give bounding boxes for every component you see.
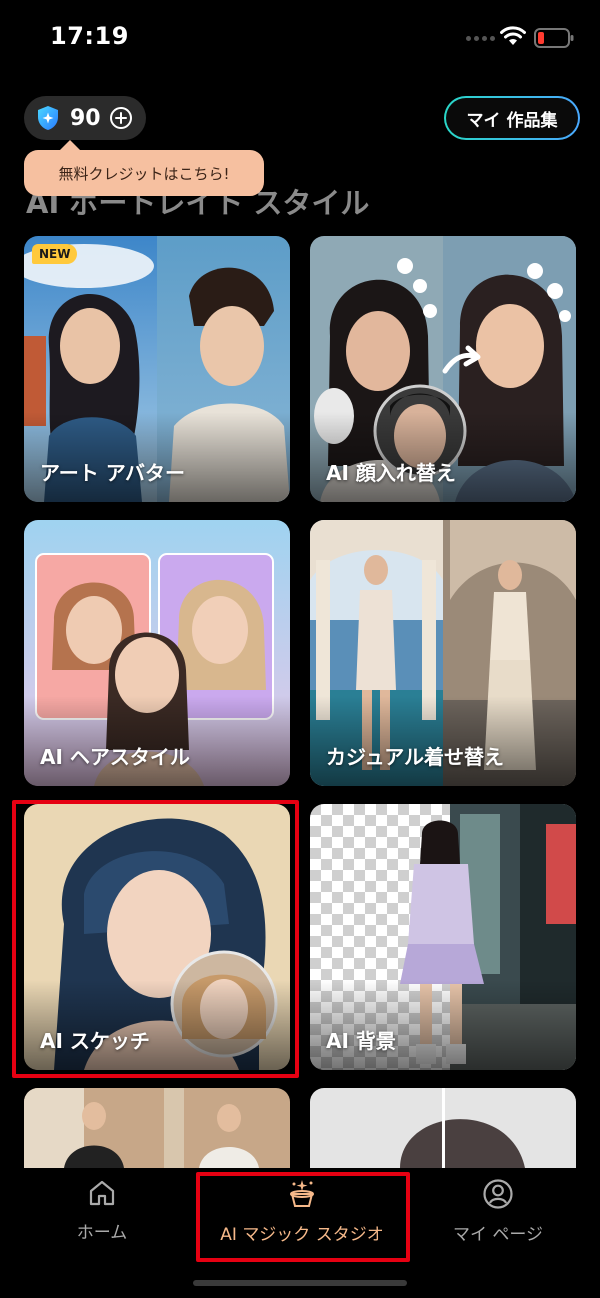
home-icon [89,1180,115,1206]
card-label: AI ヘアスタイル [40,745,190,769]
nav-my-page[interactable]: マイ ページ [438,1168,558,1268]
user-circle-icon [483,1179,513,1209]
nav-home[interactable]: ホーム [42,1168,162,1268]
card-face-swap[interactable]: AI 顔入れ替え [310,236,576,502]
nav-home-label: ホーム [76,1223,128,1243]
credit-balance-button[interactable]: 90 [24,96,146,140]
nav-ai-magic-studio[interactable]: AI マジック スタジオ [200,1168,404,1268]
card-label: AI スケッチ [40,1029,150,1053]
card-art-avatar[interactable]: NEW アート アバター [24,236,290,502]
wifi-icon [500,26,526,45]
comparison-portrait-image [310,1088,576,1168]
home-indicator [193,1280,407,1286]
cellular-signal-icon [466,36,495,41]
new-badge: NEW [32,244,78,264]
bottom-nav: ホーム AI マジック スタジオ マイ ページ [0,1168,600,1298]
credit-amount: 90 [70,105,101,131]
card-ai-background[interactable]: AI 背景 [310,804,576,1070]
card-partial-left[interactable] [24,1088,290,1168]
card-hairstyle[interactable]: AI ヘアスタイル [24,520,290,786]
card-label: AI 背景 [326,1029,396,1053]
card-label: AI 顔入れ替え [326,461,456,485]
battery-icon [534,28,574,48]
my-works-label: マイ 作品集 [446,98,578,138]
status-time: 17:19 [50,22,129,50]
plus-circle-icon[interactable] [109,106,133,130]
my-works-button[interactable]: マイ 作品集 [444,96,580,140]
card-partial-right[interactable] [310,1088,576,1168]
magic-hat-icon [290,1180,314,1207]
nav-my-page-label: マイ ページ [452,1225,544,1245]
card-label: カジュアル着せ替え [326,745,504,769]
shield-star-icon [38,106,58,130]
business-portrait-image [24,1088,290,1168]
card-casual-outfit[interactable]: カジュアル着せ替え [310,520,576,786]
status-bar: 17:19 [0,0,600,80]
free-credit-tooltip[interactable]: 無料クレジットはこちら! [24,140,264,196]
nav-ai-magic-studio-label: AI マジック スタジオ [220,1225,384,1245]
card-ai-sketch[interactable]: AI スケッチ [24,804,290,1070]
card-label: アート アバター [40,461,185,485]
